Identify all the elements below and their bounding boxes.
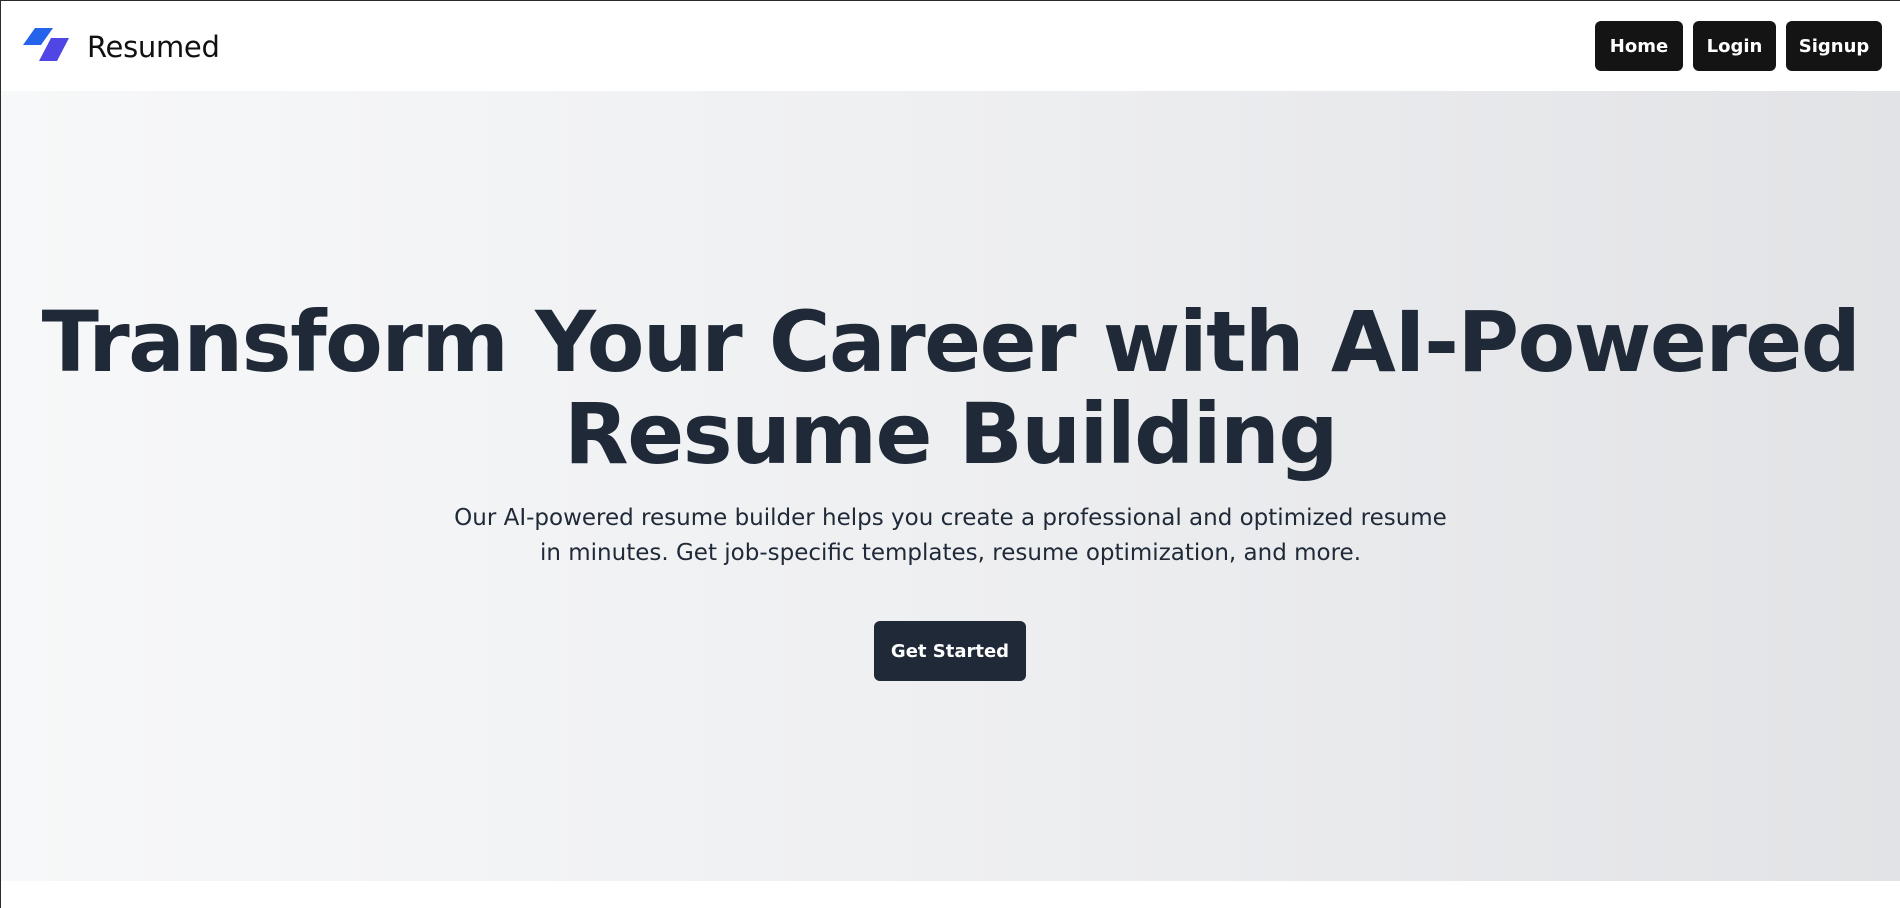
hero-subtitle-line-2: in minutes. Get job-specific templates, …: [539, 540, 1362, 566]
nav-login-button[interactable]: Login: [1693, 21, 1776, 71]
top-navbar: Resumed Home Login Signup: [1, 1, 1900, 91]
parallelogram-logo-icon: [23, 28, 69, 61]
hero-subtitle-line-1: Our AI-powered resume builder helps you …: [454, 505, 1447, 531]
page-bottom-area: [1, 881, 1900, 908]
hero-title-line-1: Transform Your Career with AI-Powered: [41, 293, 1861, 391]
brand-name: Resumed: [87, 30, 220, 64]
main-nav: Home Login Signup: [1595, 21, 1882, 71]
hero-title: Transform Your Career with AI-Powered Re…: [1, 296, 1900, 480]
brand[interactable]: Resumed: [21, 27, 220, 67]
hero-title-line-2: Resume Building: [564, 385, 1338, 483]
nav-signup-button[interactable]: Signup: [1786, 21, 1882, 71]
hero-section: Transform Your Career with AI-Powered Re…: [1, 91, 1900, 881]
nav-home-button[interactable]: Home: [1595, 21, 1683, 71]
page: Resumed Home Login Signup Transform Your…: [0, 0, 1900, 908]
hero-subtitle: Our AI-powered resume builder helps you …: [1, 501, 1900, 571]
get-started-button[interactable]: Get Started: [874, 621, 1026, 681]
